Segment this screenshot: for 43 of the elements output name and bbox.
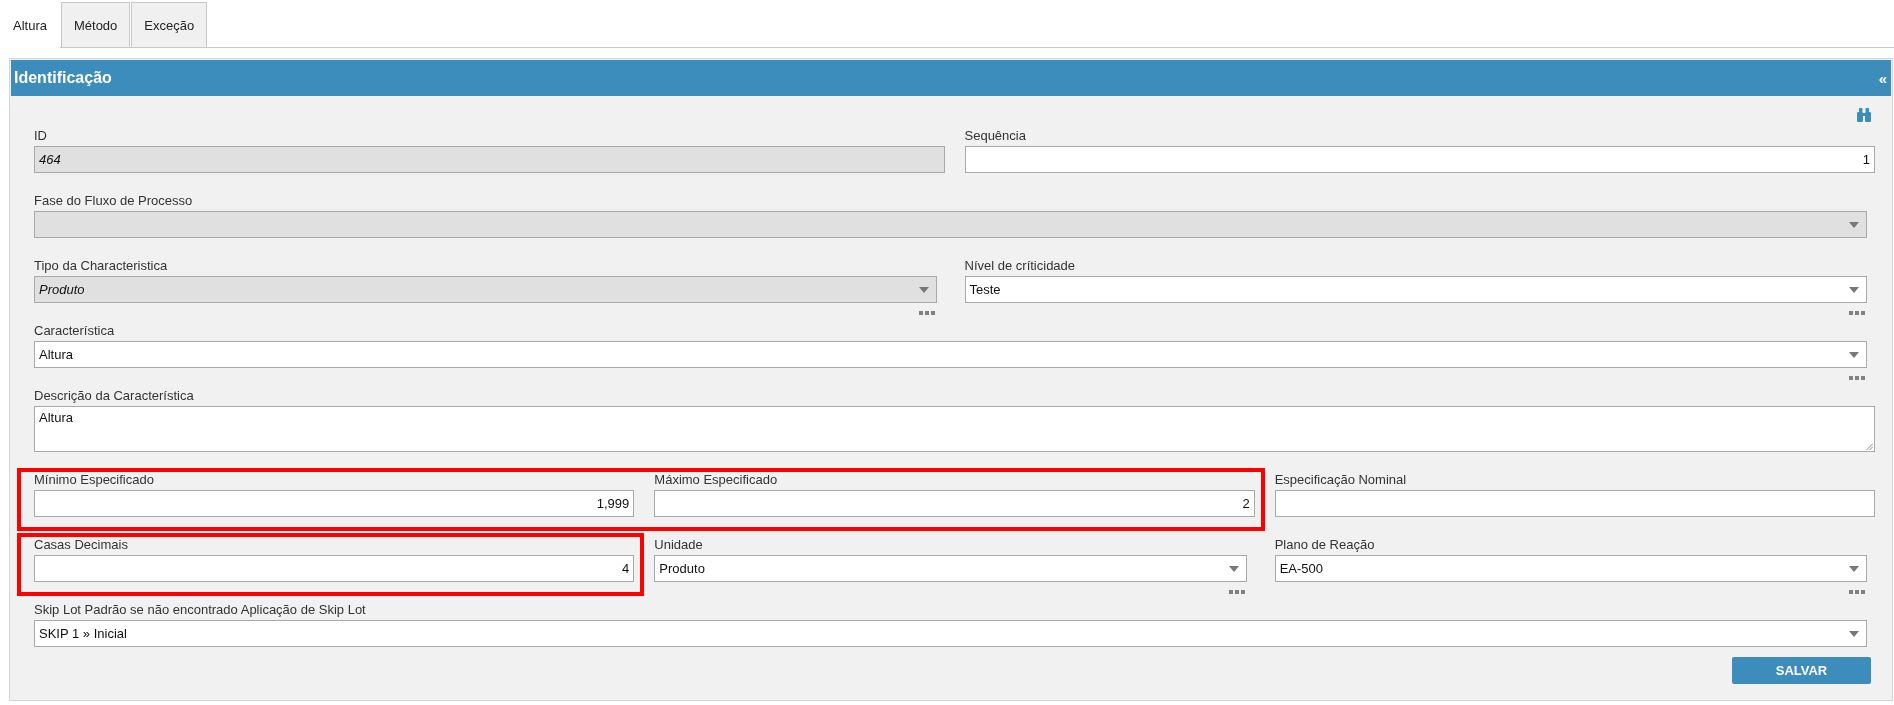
number-field[interactable]: 1 — [964, 146, 1875, 173]
dropdown-field[interactable]: Produto — [654, 555, 1247, 582]
field-label: Skip Lot Padrão se não encontrado Aplicação de Skip Lot — [34, 602, 366, 618]
caret-icon — [1849, 630, 1859, 637]
caret-icon — [1849, 565, 1859, 572]
resize-grip-icon — [1866, 443, 1873, 450]
ellipsis-icon[interactable] — [1849, 590, 1865, 594]
field-label: Característica — [34, 323, 115, 339]
tab[interactable]: Método — [60, 2, 131, 48]
field-label: Sequência — [964, 128, 1026, 144]
tab[interactable]: Exceção — [131, 2, 208, 48]
field-label: Nível de críticidade — [964, 258, 1076, 274]
field-label: Tipo da Characteristica — [34, 258, 168, 274]
caret-icon — [1228, 565, 1239, 572]
caret-icon — [1849, 351, 1859, 358]
caret-icon — [918, 286, 929, 293]
number-field[interactable] — [1274, 490, 1875, 517]
caret-icon — [1849, 221, 1859, 228]
binoculars-icon[interactable] — [1857, 108, 1871, 122]
field-label: Descrição da Característica — [34, 388, 194, 404]
field-label: Especificação Nominal — [1274, 472, 1407, 488]
text-area[interactable]: Altura — [34, 406, 1875, 452]
dropdown-field[interactable]: Altura — [34, 341, 1867, 368]
field-label: Unidade — [654, 537, 703, 553]
field-label: ID — [34, 128, 47, 144]
number-field[interactable]: 2 — [654, 490, 1255, 517]
number-field[interactable]: 4 — [34, 555, 635, 582]
ellipsis-icon[interactable] — [1228, 590, 1245, 594]
dropdown-field[interactable]: SKIP 1 » Inicial — [34, 620, 1867, 647]
ellipsis-icon[interactable] — [1849, 376, 1865, 380]
dropdown-field[interactable]: Teste — [964, 276, 1867, 303]
field-label: Mínimo Especificado — [34, 472, 154, 488]
field-label: Casas Decimais — [34, 537, 128, 553]
field-label: Máximo Especificado — [654, 472, 778, 488]
ellipsis-icon[interactable] — [1849, 311, 1865, 315]
field-label: Fase do Fluxo de Processo — [34, 193, 193, 209]
caret-icon — [1849, 286, 1859, 293]
collapse-button[interactable]: « — [1878, 69, 1887, 87]
field-label: Plano de Reação — [1274, 537, 1375, 553]
dropdown-field[interactable]: EA-500 — [1274, 555, 1867, 582]
number-field[interactable]: 1,999 — [34, 490, 635, 517]
save-button[interactable]: SALVAR — [1732, 657, 1871, 684]
panel-title: Identificação — [14, 69, 112, 87]
